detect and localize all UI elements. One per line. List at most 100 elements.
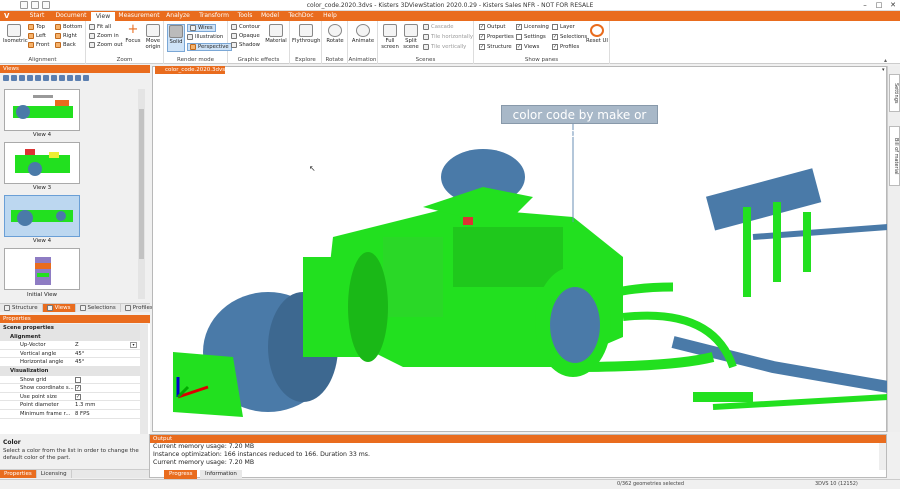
prop-row[interactable]: Up-Vector Z ▾ (0, 341, 140, 350)
tab-techdoc[interactable]: TechDoc (284, 11, 318, 21)
collapse-ribbon-icon[interactable]: ▴ (884, 57, 887, 64)
prop-row[interactable]: Show grid (0, 375, 140, 385)
tab-tools[interactable]: Tools (234, 11, 256, 21)
last-view-icon[interactable] (51, 75, 57, 81)
tab-model[interactable]: Model (257, 11, 283, 21)
3d-viewport[interactable]: color code by make or buy ↖ (152, 66, 890, 432)
structure-pane-toggle[interactable]: ✓ Structure (479, 44, 512, 50)
perspective-toggle[interactable]: Perspective (187, 43, 232, 51)
tab-settings-side[interactable]: Settings (889, 74, 900, 112)
update-view-icon[interactable] (59, 75, 65, 81)
tab-view[interactable]: View (90, 11, 116, 21)
isometric-button[interactable]: Isometric (3, 24, 28, 44)
prop-row[interactable]: Show coordinate s... ✓ (0, 384, 140, 393)
tab-progress[interactable]: Progress (164, 470, 198, 479)
reset-ui-button[interactable]: Reset UI (586, 24, 608, 44)
perspective-icon (190, 44, 196, 50)
tile-horizontally-button[interactable]: Tile horizontally (423, 34, 473, 40)
prop-row[interactable]: Vertical angle 45° (0, 349, 140, 359)
flythrough-button[interactable]: Flythrough (292, 24, 320, 44)
tab-licensing[interactable]: Licensing (37, 470, 72, 478)
views-pane-toggle[interactable]: ✓ Views (516, 44, 539, 50)
full-screen-button[interactable]: Full screen (380, 24, 400, 50)
tab-selections[interactable]: Selections (76, 304, 121, 312)
illustration-toggle[interactable]: Illustration (187, 34, 223, 40)
first-view-icon[interactable] (19, 75, 25, 81)
top-button[interactable]: Top (28, 24, 45, 30)
animate-button[interactable]: Animate (350, 24, 376, 44)
tab-bill-of-material-side[interactable]: Bill of material (889, 126, 900, 186)
prop-row[interactable]: Use point size ✓ (0, 392, 140, 402)
contour-toggle[interactable]: Contour (231, 24, 260, 30)
play-icon[interactable] (35, 75, 41, 81)
output-pane-toggle[interactable]: ✓ Output (479, 24, 505, 30)
views-scrollbar[interactable] (138, 89, 145, 299)
front-button[interactable]: Front (28, 42, 49, 48)
add-view-icon[interactable] (3, 75, 9, 81)
properties-pane-toggle[interactable]: ✓ Properties (479, 34, 514, 40)
scrollbar-thumb[interactable] (139, 109, 144, 259)
back-button[interactable]: Back (55, 42, 76, 48)
view-thumbnail[interactable] (4, 89, 80, 131)
shadow-toggle[interactable]: Shadow (231, 42, 260, 48)
layer-pane-toggle[interactable]: Layer (552, 24, 575, 30)
minimize-button[interactable]: – (858, 0, 872, 11)
profiles-pane-toggle[interactable]: ✓ Profiles (552, 44, 579, 50)
view-thumbnail[interactable] (4, 248, 80, 290)
view-thumbnail-selected[interactable] (4, 195, 80, 237)
tab-transform[interactable]: Transform (195, 11, 233, 21)
prop-row[interactable]: Point diameter 1.3 mm (0, 401, 140, 410)
solid-button[interactable]: Solid (167, 24, 185, 52)
move-origin-button[interactable]: Move origin (143, 24, 163, 50)
tab-help[interactable]: Help (319, 11, 341, 21)
tab-views[interactable]: Views (42, 304, 76, 312)
rotate-button[interactable]: Rotate (324, 24, 346, 44)
prev-view-icon[interactable] (27, 75, 33, 81)
section-visualization[interactable]: Visualization (0, 367, 140, 376)
document-tab[interactable]: color_code.2020.3dvs (155, 66, 225, 74)
properties-scrollbar[interactable] (140, 324, 148, 434)
cascade-button[interactable]: Cascade (423, 24, 453, 30)
maximize-button[interactable]: □ (872, 0, 886, 11)
section-alignment[interactable]: Alignment (0, 332, 140, 342)
tab-start[interactable]: Start (22, 11, 52, 21)
import-icon[interactable] (83, 75, 89, 81)
right-side-tabs: Settings Bill of material (887, 66, 900, 432)
delete-view-icon[interactable] (11, 75, 17, 81)
zoom-in-button[interactable]: Zoom in (89, 33, 119, 39)
material-button[interactable]: Material (264, 24, 288, 44)
settings-icon[interactable] (67, 75, 73, 81)
prop-row[interactable]: Horizontal angle 45° (0, 358, 140, 367)
opaque-toggle[interactable]: Opaque (231, 33, 260, 39)
zoom-out-button[interactable]: Zoom out (89, 42, 123, 48)
right-button[interactable]: Right (55, 33, 77, 39)
structure-icon (4, 305, 10, 311)
tab-information[interactable]: Information (200, 470, 242, 479)
tab-structure[interactable]: Structure (0, 304, 43, 312)
settings-pane-toggle[interactable]: Settings (516, 34, 546, 40)
wires-toggle[interactable]: Wires (187, 24, 216, 32)
tab-properties[interactable]: Properties (0, 470, 37, 478)
prop-row[interactable]: Minimum frame r... 8 FPS (0, 410, 140, 419)
next-view-icon[interactable] (43, 75, 49, 81)
tab-analyze[interactable]: Analyze (162, 11, 194, 21)
bottom-button[interactable]: Bottom (55, 24, 82, 30)
tab-document[interactable]: Document (53, 11, 89, 21)
annotation-label[interactable]: color code by make or buy (501, 105, 658, 140)
view-label: View 4 (32, 238, 52, 244)
tile-vertically-button[interactable]: Tile vertically (423, 44, 466, 50)
section-scene-properties[interactable]: Scene properties (0, 324, 140, 333)
fit-all-button[interactable]: Fit all (89, 24, 111, 30)
dropdown-chevron-icon[interactable]: ▾ (130, 342, 137, 349)
export-icon[interactable] (75, 75, 81, 81)
split-scene-button[interactable]: Split scene (401, 24, 421, 50)
close-button[interactable]: ✕ (886, 0, 900, 11)
focus-button[interactable]: + Focus (124, 23, 142, 44)
left-button[interactable]: Left (28, 33, 46, 39)
tab-measurement[interactable]: Measurement (117, 11, 161, 21)
licensing-pane-toggle[interactable]: ✓ Licensing (516, 24, 549, 30)
selections-pane-toggle[interactable]: ✓ Selections (552, 34, 587, 40)
view-thumbnail[interactable] (4, 142, 80, 184)
app-logo[interactable]: V (4, 11, 20, 21)
output-scrollbar[interactable] (879, 443, 886, 470)
